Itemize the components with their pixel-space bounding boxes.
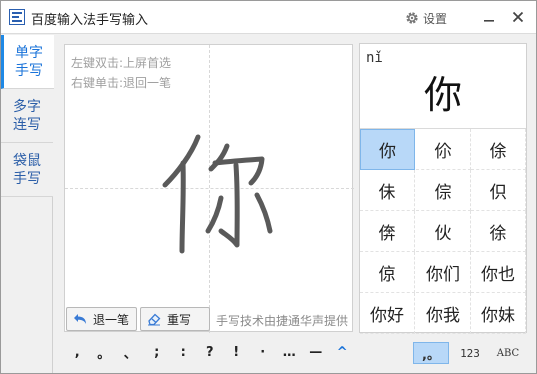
- punctuation-key[interactable]: ,: [64, 341, 91, 363]
- settings-label: 设置: [423, 11, 448, 26]
- tab-label-line1: 袋鼠: [13, 153, 41, 169]
- eraser-icon: [148, 313, 161, 326]
- punctuation-key[interactable]: …: [276, 341, 303, 363]
- undo-stroke-button[interactable]: 退一笔: [66, 307, 137, 331]
- punctuation-key[interactable]: 、: [117, 341, 144, 363]
- tab-single-char[interactable]: 单字 手写: [1, 35, 54, 89]
- technology-credit: 手写技术由捷通华声提供: [216, 314, 349, 328]
- candidate-item[interactable]: 你好: [360, 293, 415, 334]
- tab-label-line2: 手写: [15, 63, 43, 79]
- candidate-item[interactable]: 倴: [360, 211, 415, 252]
- tab-label-line2: 手写: [13, 171, 41, 187]
- punctuation-key[interactable]: 。: [91, 341, 118, 363]
- candidate-item[interactable]: 佅: [360, 170, 415, 211]
- minimize-icon: [484, 20, 494, 22]
- tab-label-line2: 连写: [13, 117, 41, 133]
- punctuation-key[interactable]: :: [170, 341, 197, 363]
- candidate-grid: 你伱俆佅倧伿倴伙徐倞你们 你也你好 你我 你妹: [360, 128, 526, 334]
- close-icon: [512, 11, 524, 23]
- candidate-preview: 你: [423, 73, 462, 117]
- settings-button[interactable]: 设置: [405, 9, 447, 27]
- tab-label-line1: 多字: [13, 99, 41, 115]
- expand-up-button[interactable]: ^: [329, 341, 356, 363]
- rewrite-label: 重写: [167, 312, 192, 327]
- baidu-ime-logo-icon: [9, 9, 25, 25]
- mode-numbers-button[interactable]: 123: [452, 342, 488, 364]
- mode-tabs: 单字 手写 多字 连写 袋鼠 手写: [1, 35, 54, 373]
- writing-pad[interactable]: 左键双击:上屏首选 右键单击:退回一笔: [64, 44, 354, 333]
- punctuation-key[interactable]: !: [223, 341, 250, 363]
- candidate-item[interactable]: 伿: [471, 170, 526, 211]
- mode-symbols-button[interactable]: ,。: [413, 342, 449, 364]
- punctuation-bar: ,。、;:?! ·… — ^: [64, 341, 382, 363]
- window-title: 百度输入法手写输入: [31, 13, 149, 28]
- stroke: [254, 192, 273, 234]
- candidate-panel: nǐ 你 你伱俆佅倧伿倴伙徐倞你们 你也 你好 你我 你妹: [359, 43, 527, 334]
- candidate-item[interactable]: 徐: [471, 211, 526, 252]
- undo-label: 退一笔: [93, 312, 130, 327]
- title-bar[interactable]: 百度输入法手写输入 设置: [1, 1, 536, 34]
- candidate-item[interactable]: 伱: [416, 129, 471, 170]
- minimize-button[interactable]: [478, 6, 500, 28]
- candidate-item[interactable]: 俆: [471, 129, 526, 170]
- stroke: [208, 143, 230, 172]
- close-button[interactable]: [507, 6, 529, 28]
- stroke: [205, 195, 224, 234]
- candidate-item[interactable]: 你也: [471, 252, 526, 293]
- punctuation-key[interactable]: ·: [250, 341, 277, 363]
- stroke: [179, 160, 186, 254]
- punctuation-key[interactable]: ?: [197, 341, 224, 363]
- undo-icon: [74, 314, 86, 324]
- candidate-item[interactable]: 你妹: [471, 293, 526, 334]
- gear-icon: [406, 12, 418, 24]
- candidate-item[interactable]: 你: [360, 129, 415, 170]
- candidate-item[interactable]: 伙: [416, 211, 471, 252]
- candidate-item[interactable]: 倧: [416, 170, 471, 211]
- tab-label-line1: 单字: [15, 45, 43, 61]
- tab-kangaroo[interactable]: 袋鼠 手写: [1, 143, 53, 197]
- stroke: [218, 162, 240, 248]
- candidate-item[interactable]: 你们: [416, 252, 471, 293]
- rewrite-button[interactable]: 重写: [140, 307, 210, 331]
- handwriting-window: 百度输入法手写输入 设置 单字 手写 多字 连写 袋鼠 手写 左键双击:上屏首选…: [0, 0, 537, 374]
- candidate-item[interactable]: 倞: [360, 252, 415, 293]
- mode-letters-button[interactable]: ABC: [490, 342, 526, 364]
- punctuation-key[interactable]: —: [303, 341, 330, 363]
- handwriting-strokes: [162, 134, 273, 254]
- punctuation-key[interactable]: ;: [144, 341, 171, 363]
- candidate-item[interactable]: 你我: [416, 293, 471, 334]
- tab-multi-char[interactable]: 多字 连写: [1, 89, 53, 143]
